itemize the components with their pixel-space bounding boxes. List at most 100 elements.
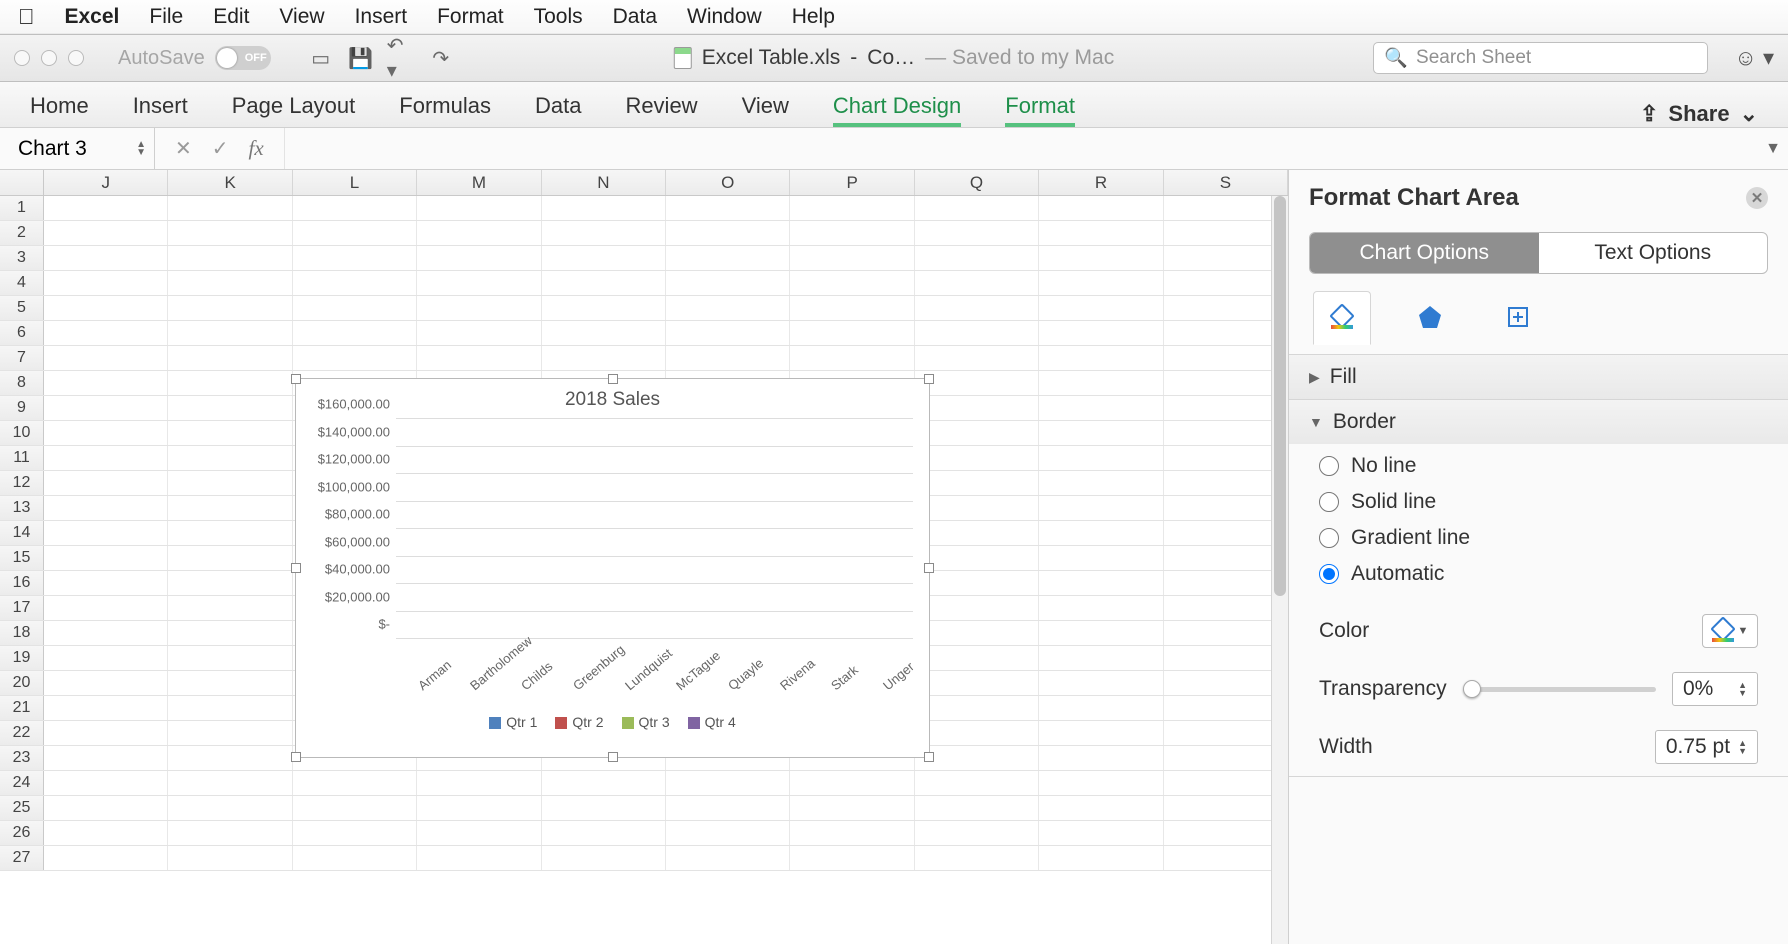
width-value[interactable]: 0.75 pt▲▼: [1655, 730, 1758, 764]
tab-text-options[interactable]: Text Options: [1539, 233, 1768, 273]
cell[interactable]: [1039, 671, 1163, 695]
cell[interactable]: [1164, 196, 1288, 220]
cell[interactable]: [168, 796, 292, 820]
row-header[interactable]: 25: [0, 796, 44, 820]
cell[interactable]: [44, 196, 168, 220]
cell[interactable]: [790, 346, 914, 370]
col-l[interactable]: L: [293, 170, 417, 195]
sheet-area[interactable]: J K L M N O P Q R S 12345678910111213141…: [0, 170, 1288, 944]
tab-format[interactable]: Format: [1005, 93, 1075, 127]
cell[interactable]: [542, 821, 666, 845]
share-button[interactable]: ⇪ Share ⌄: [1640, 101, 1758, 127]
menu-insert[interactable]: Insert: [355, 5, 408, 29]
grid-row[interactable]: 26: [0, 821, 1288, 846]
cell[interactable]: [168, 771, 292, 795]
cell[interactable]: [1039, 421, 1163, 445]
cell[interactable]: [1039, 396, 1163, 420]
cell[interactable]: [1164, 596, 1288, 620]
cell[interactable]: [44, 671, 168, 695]
grid-row[interactable]: 27: [0, 846, 1288, 871]
cell[interactable]: [915, 421, 1039, 445]
cell[interactable]: [168, 546, 292, 570]
legend-item[interactable]: Qtr 3: [622, 714, 670, 730]
radio-gradient-line[interactable]: Gradient line: [1319, 526, 1758, 550]
fx-label[interactable]: fx: [249, 136, 264, 161]
cell[interactable]: [1039, 221, 1163, 245]
cell[interactable]: [168, 571, 292, 595]
menu-file[interactable]: File: [149, 5, 183, 29]
row-header[interactable]: 12: [0, 471, 44, 495]
cell[interactable]: [44, 646, 168, 670]
cell[interactable]: [666, 846, 790, 870]
cell[interactable]: [542, 246, 666, 270]
cell[interactable]: [915, 521, 1039, 545]
save-icon[interactable]: 💾: [347, 44, 375, 72]
row-header[interactable]: 10: [0, 421, 44, 445]
cell[interactable]: [790, 196, 914, 220]
cell[interactable]: [168, 696, 292, 720]
cell[interactable]: [44, 571, 168, 595]
transparency-slider[interactable]: [1463, 687, 1656, 692]
cell[interactable]: [293, 846, 417, 870]
grid-row[interactable]: 2: [0, 221, 1288, 246]
row-header[interactable]: 24: [0, 771, 44, 795]
cell[interactable]: [293, 196, 417, 220]
cell[interactable]: [1164, 846, 1288, 870]
cell[interactable]: [1164, 371, 1288, 395]
cell[interactable]: [915, 771, 1039, 795]
row-header[interactable]: 2: [0, 221, 44, 245]
section-fill[interactable]: ▶Fill: [1289, 355, 1788, 399]
cell[interactable]: [1039, 746, 1163, 770]
cell[interactable]: [915, 471, 1039, 495]
cell[interactable]: [1039, 196, 1163, 220]
cell[interactable]: [44, 621, 168, 645]
row-header[interactable]: 1: [0, 196, 44, 220]
grid-row[interactable]: 7: [0, 346, 1288, 371]
cell[interactable]: [666, 221, 790, 245]
row-header[interactable]: 15: [0, 546, 44, 570]
cell[interactable]: [1039, 546, 1163, 570]
cell[interactable]: [1039, 371, 1163, 395]
cell[interactable]: [1039, 521, 1163, 545]
col-n[interactable]: N: [542, 170, 666, 195]
slider-knob[interactable]: [1463, 680, 1481, 698]
cell[interactable]: [1164, 346, 1288, 370]
grid-row[interactable]: 1: [0, 196, 1288, 221]
transparency-value[interactable]: 0%▲▼: [1672, 672, 1758, 706]
cell[interactable]: [915, 671, 1039, 695]
tab-page-layout[interactable]: Page Layout: [232, 93, 356, 127]
cell[interactable]: [417, 196, 541, 220]
cell[interactable]: [1164, 421, 1288, 445]
cell[interactable]: [293, 346, 417, 370]
row-header[interactable]: 22: [0, 721, 44, 745]
cell[interactable]: [1164, 521, 1288, 545]
cell[interactable]: [168, 721, 292, 745]
cell[interactable]: [790, 821, 914, 845]
legend-item[interactable]: Qtr 4: [688, 714, 736, 730]
row-header[interactable]: 7: [0, 346, 44, 370]
tab-review[interactable]: Review: [625, 93, 697, 127]
cell[interactable]: [1164, 671, 1288, 695]
cell[interactable]: [168, 746, 292, 770]
row-header[interactable]: 6: [0, 321, 44, 345]
cell[interactable]: [1164, 396, 1288, 420]
cell[interactable]: [542, 346, 666, 370]
row-header[interactable]: 13: [0, 496, 44, 520]
cell[interactable]: [1039, 721, 1163, 745]
cell[interactable]: [915, 696, 1039, 720]
cell[interactable]: [44, 771, 168, 795]
menu-help[interactable]: Help: [792, 5, 835, 29]
cell[interactable]: [44, 346, 168, 370]
resize-handle[interactable]: [608, 752, 618, 762]
undo-icon[interactable]: ↶ ▾: [387, 44, 415, 72]
cell[interactable]: [1039, 571, 1163, 595]
row-header[interactable]: 23: [0, 746, 44, 770]
cell[interactable]: [1039, 321, 1163, 345]
cell[interactable]: [1164, 246, 1288, 270]
cell[interactable]: [1039, 246, 1163, 270]
cell[interactable]: [666, 296, 790, 320]
cell[interactable]: [915, 221, 1039, 245]
cell[interactable]: [168, 296, 292, 320]
resize-handle[interactable]: [291, 752, 301, 762]
cell[interactable]: [915, 346, 1039, 370]
